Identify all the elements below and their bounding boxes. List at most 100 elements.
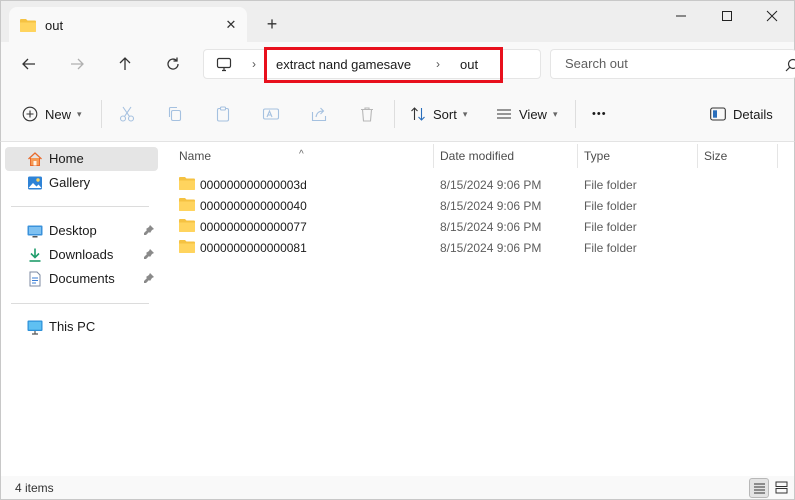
column-header-type[interactable]: Type xyxy=(584,149,610,163)
file-date-modified: 8/15/2024 9:06 PM xyxy=(440,220,542,234)
scissors-icon xyxy=(119,106,135,122)
copy-button[interactable] xyxy=(166,102,184,126)
pin-icon[interactable] xyxy=(143,272,155,287)
divider xyxy=(101,100,102,128)
column-divider[interactable] xyxy=(577,144,578,168)
column-header-size[interactable]: Size xyxy=(704,149,727,163)
column-header-name[interactable]: Name xyxy=(179,149,211,163)
column-divider[interactable] xyxy=(433,144,434,168)
item-count: 4 items xyxy=(15,481,54,495)
back-button[interactable] xyxy=(17,52,41,76)
search-box[interactable] xyxy=(550,49,795,79)
minimize-icon xyxy=(676,15,686,17)
navigation-pane: Home Gallery Desktop Downloads Documents… xyxy=(1,142,161,476)
maximize-button[interactable] xyxy=(704,5,750,29)
sort-icon xyxy=(411,107,425,121)
pin-icon[interactable] xyxy=(143,248,155,263)
folder-icon xyxy=(20,18,36,35)
table-row[interactable]: 0000000000000081 8/15/2024 9:06 PM File … xyxy=(173,237,773,258)
tab-out[interactable]: out ✕ xyxy=(9,7,247,43)
column-header-row: ^ Name Date modified Type Size xyxy=(161,142,794,170)
highlight-box xyxy=(264,47,503,83)
file-name: 000000000000003d xyxy=(200,178,307,192)
tab-title: out xyxy=(45,18,64,33)
details-pane-icon xyxy=(710,107,726,121)
file-list: ^ Name Date modified Type Size 000000000… xyxy=(161,142,794,476)
file-name: 0000000000000081 xyxy=(200,241,307,255)
title-bar: out ✕ + xyxy=(0,0,795,43)
sort-button[interactable]: Sort ▾ xyxy=(410,102,467,126)
file-type: File folder xyxy=(584,241,637,255)
view-label: View xyxy=(519,106,547,122)
table-row[interactable]: 0000000000000040 8/15/2024 9:06 PM File … xyxy=(173,195,773,216)
sidebar-divider xyxy=(11,206,149,207)
rename-button[interactable] xyxy=(262,102,280,126)
column-divider[interactable] xyxy=(697,144,698,168)
file-name: 0000000000000077 xyxy=(200,220,307,234)
file-date-modified: 8/15/2024 9:06 PM xyxy=(440,178,542,192)
pin-icon[interactable] xyxy=(143,224,155,239)
more-options-button[interactable]: ••• xyxy=(592,102,607,126)
close-tab-icon[interactable]: ✕ xyxy=(221,15,241,35)
column-divider[interactable] xyxy=(777,144,778,168)
file-name: 0000000000000040 xyxy=(200,199,307,213)
home-icon xyxy=(27,151,43,170)
sort-ascending-icon: ^ xyxy=(299,149,304,160)
table-row[interactable]: 000000000000003d 8/15/2024 9:06 PM File … xyxy=(173,174,773,195)
rename-icon xyxy=(262,108,280,120)
new-button[interactable]: New ▾ xyxy=(22,102,82,126)
search-icon[interactable] xyxy=(785,58,795,75)
tiles-view-toggle[interactable] xyxy=(772,478,792,498)
cut-button[interactable] xyxy=(118,102,136,126)
sidebar-item-documents[interactable]: Documents xyxy=(5,267,158,291)
sidebar-divider xyxy=(11,303,149,304)
sidebar-item-downloads[interactable]: Downloads xyxy=(5,243,158,267)
sidebar-item-label: Desktop xyxy=(49,223,97,238)
divider xyxy=(575,100,576,128)
ellipsis-icon: ••• xyxy=(592,108,607,120)
delete-button[interactable] xyxy=(358,102,376,126)
details-view-toggle[interactable] xyxy=(749,478,769,498)
chevron-down-icon: ▾ xyxy=(552,108,558,119)
refresh-button[interactable] xyxy=(161,52,185,76)
details-label: Details xyxy=(733,106,773,122)
sidebar-item-home[interactable]: Home xyxy=(5,147,158,171)
folder-icon xyxy=(179,239,195,256)
file-type: File folder xyxy=(584,199,637,213)
sidebar-item-label: Gallery xyxy=(49,175,91,190)
copy-icon xyxy=(168,106,182,122)
search-input[interactable] xyxy=(565,56,765,71)
minimize-button[interactable] xyxy=(658,5,704,29)
refresh-icon xyxy=(167,57,179,70)
up-arrow-icon xyxy=(119,57,131,70)
view-button[interactable]: View ▾ xyxy=(496,102,557,126)
close-icon xyxy=(766,10,778,22)
close-window-button[interactable] xyxy=(749,5,795,29)
table-row[interactable]: 0000000000000077 8/15/2024 9:06 PM File … xyxy=(173,216,773,237)
chevron-down-icon: ▾ xyxy=(462,108,468,119)
breadcrumb-chevron-icon[interactable]: › xyxy=(252,57,256,71)
folder-icon xyxy=(179,176,195,193)
up-button[interactable] xyxy=(113,52,137,76)
gallery-icon xyxy=(27,175,43,194)
share-button[interactable] xyxy=(310,102,328,126)
paste-button[interactable] xyxy=(214,102,232,126)
sidebar-item-this-pc[interactable]: This PC xyxy=(5,315,158,339)
main-area: Home Gallery Desktop Downloads Documents… xyxy=(0,142,795,476)
details-view-icon xyxy=(754,483,765,494)
forward-button[interactable] xyxy=(65,52,89,76)
status-bar: 4 items xyxy=(0,476,795,500)
desktop-icon xyxy=(27,223,43,242)
share-icon xyxy=(311,107,327,122)
details-button[interactable]: Details xyxy=(710,102,773,126)
downloads-icon xyxy=(27,247,43,266)
column-header-date-modified[interactable]: Date modified xyxy=(440,149,514,163)
sidebar-item-gallery[interactable]: Gallery xyxy=(5,171,158,195)
maximize-icon xyxy=(722,11,732,21)
sidebar-item-desktop[interactable]: Desktop xyxy=(5,219,158,243)
sidebar-item-label: Downloads xyxy=(49,247,114,262)
folder-icon xyxy=(179,197,195,214)
documents-icon xyxy=(27,271,43,290)
new-tab-button[interactable]: + xyxy=(261,13,283,35)
file-date-modified: 8/15/2024 9:06 PM xyxy=(440,199,542,213)
